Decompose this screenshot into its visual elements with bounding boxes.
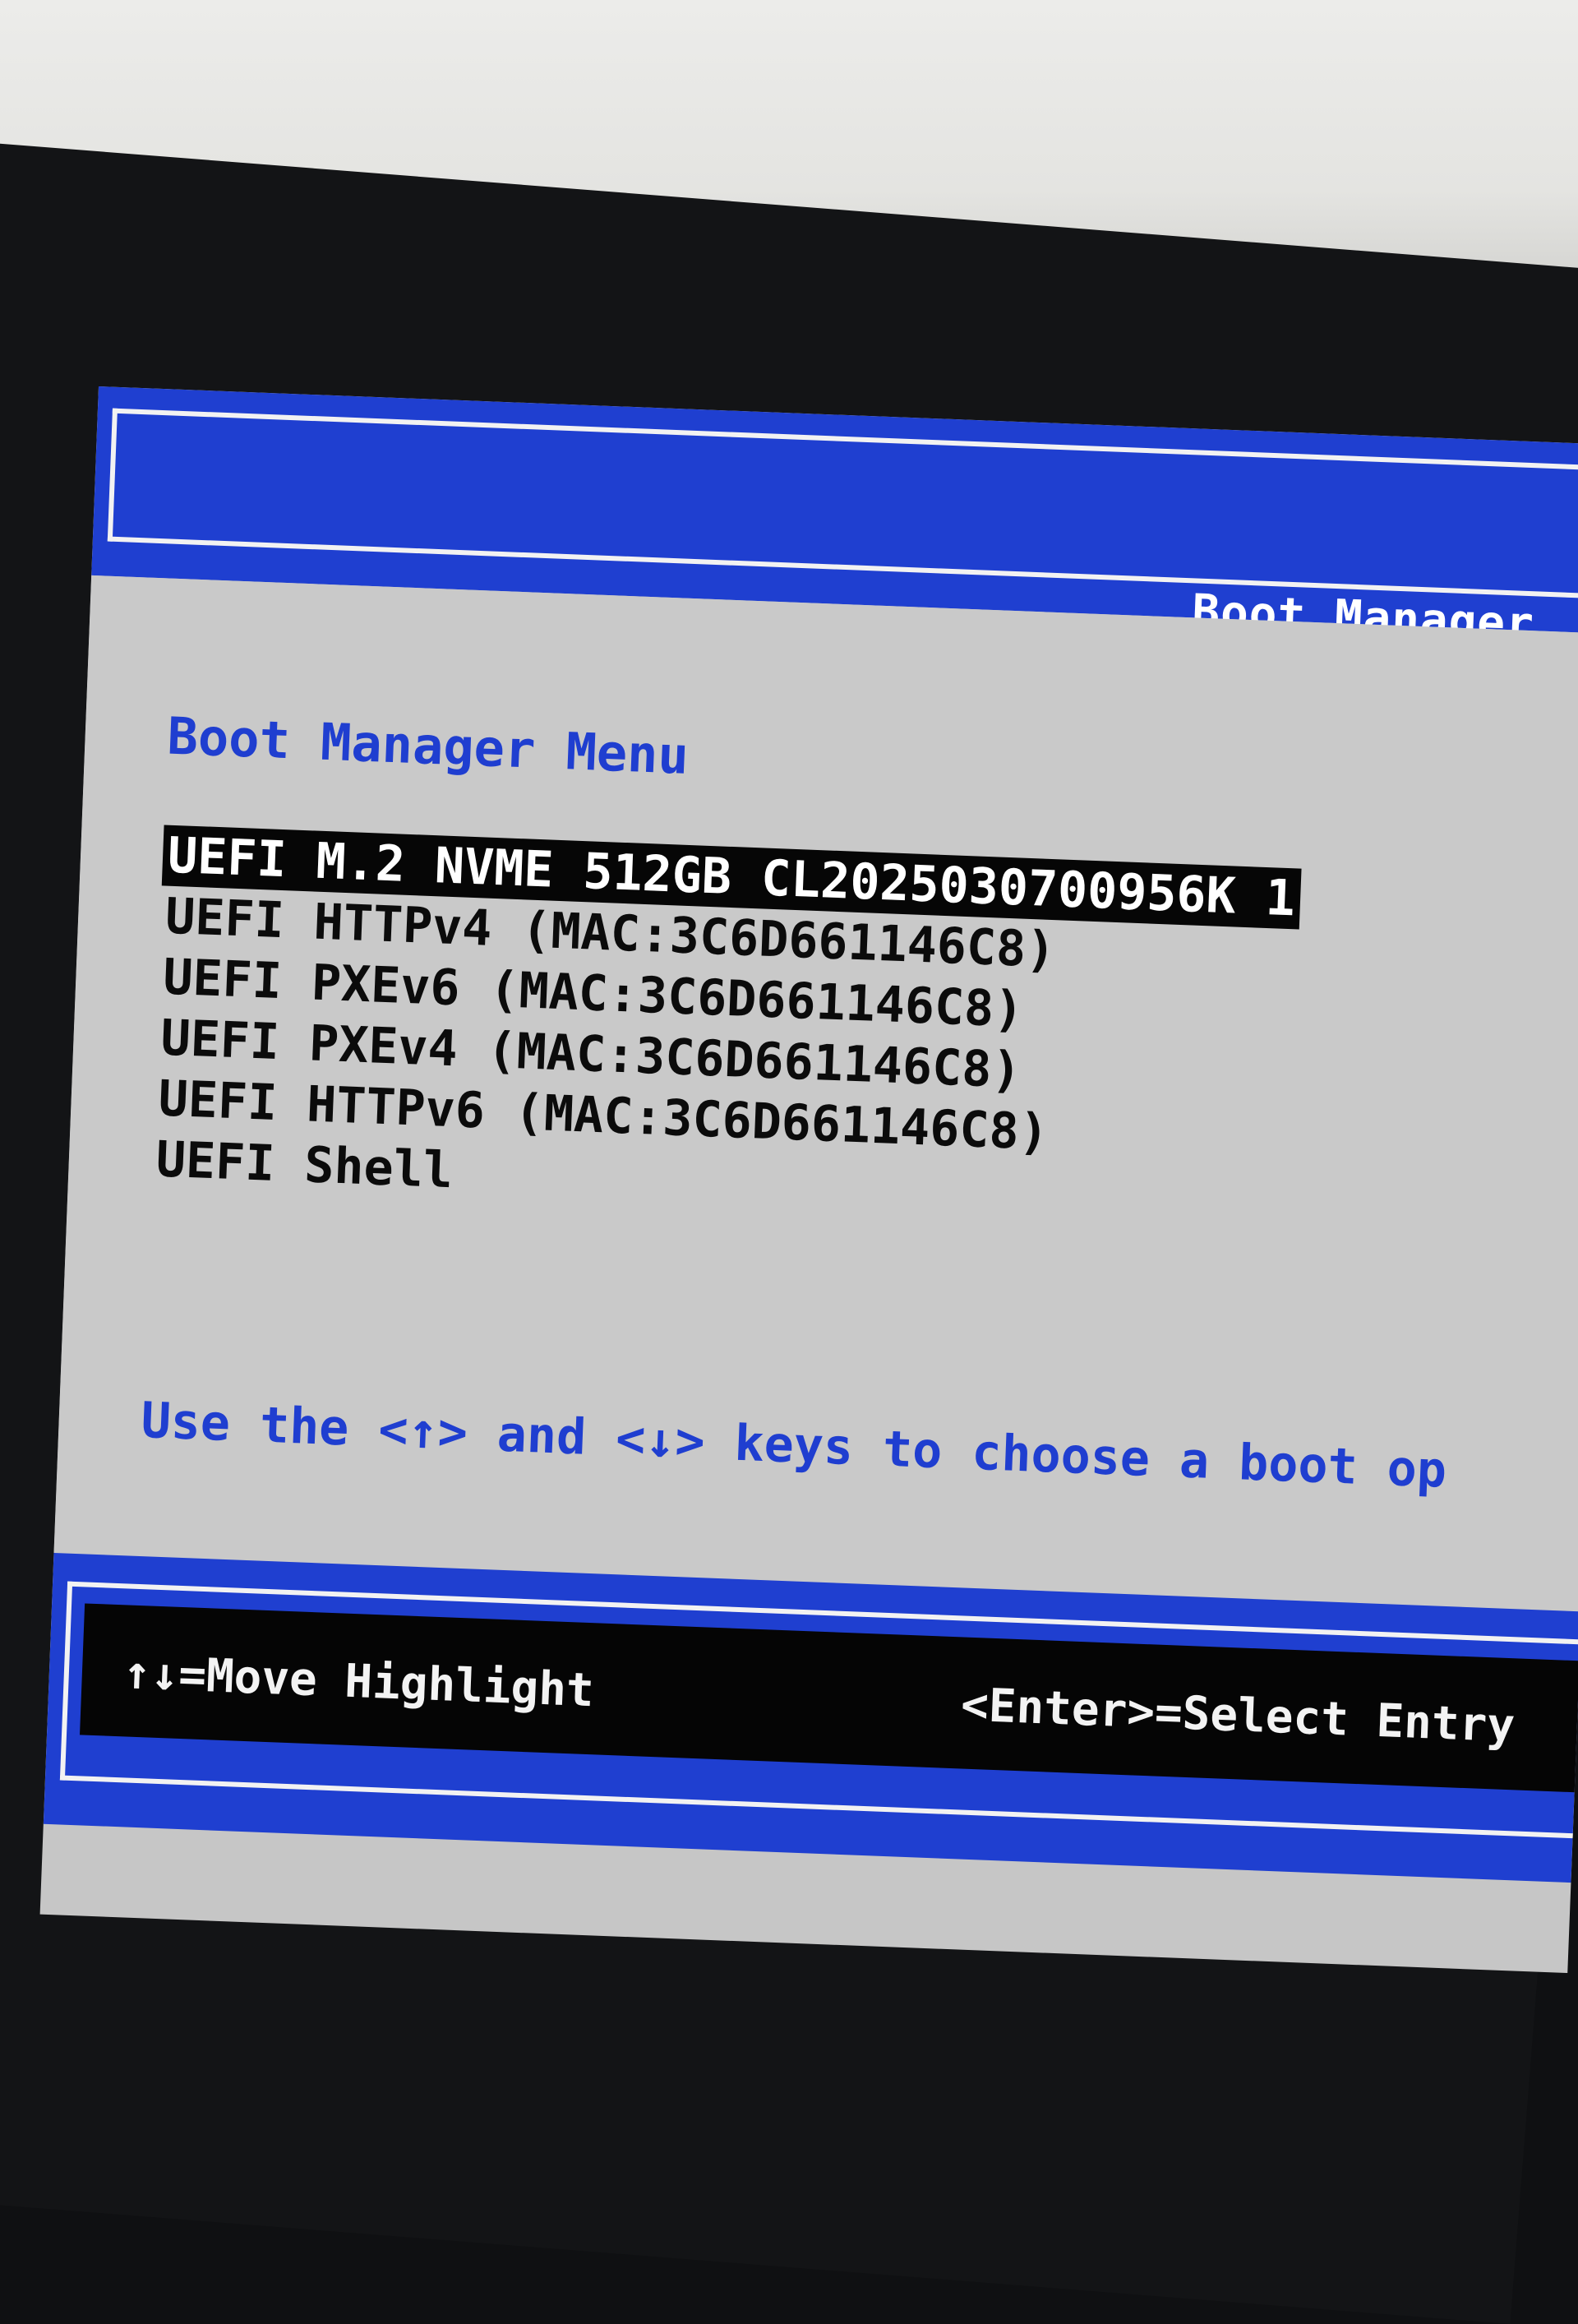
menu-title: Boot Manager Menu bbox=[166, 705, 690, 786]
boot-option-list: UEFI M.2 NVME 512GB CL2025030700956K 1 U… bbox=[150, 825, 1302, 1233]
header-frame bbox=[107, 408, 1578, 601]
content-area: Boot Manager Menu UEFI M.2 NVME 512GB CL… bbox=[53, 575, 1578, 1860]
help-line-1: Use the <↑> and <↓> keys to choose a boo… bbox=[140, 1391, 1448, 1499]
bios-screen: Boot Manager Boot Manager Menu UEFI M.2 … bbox=[39, 386, 1578, 1974]
